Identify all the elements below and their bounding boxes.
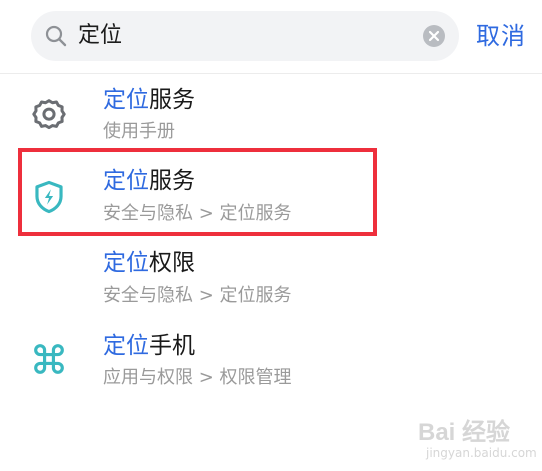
cancel-button[interactable]: 取消: [476, 16, 526, 56]
watermark-url: jingyan.baidu.com: [426, 446, 537, 460]
result-subtitle: 安全与隐私 > 定位服务: [103, 285, 292, 306]
red-highlight-box: [18, 148, 377, 236]
result-title: 定位权限: [103, 248, 195, 278]
result-item-locate-phone[interactable]: 定位手机 应用与权限 > 权限管理: [0, 323, 542, 403]
header-divider: [0, 73, 542, 74]
title-highlight: 定位: [103, 333, 149, 359]
title-highlight: 定位: [103, 250, 149, 276]
command-icon: [30, 340, 68, 378]
result-title: 定位服务: [103, 85, 195, 115]
baidu-jingyan-watermark: Bai 经验 jingyan.baidu.com: [408, 410, 538, 466]
title-rest: 权限: [149, 250, 195, 276]
search-bar[interactable]: 定位: [31, 11, 459, 61]
title-highlight: 定位: [103, 87, 149, 113]
result-subtitle: 使用手册: [103, 121, 175, 142]
gear-icon: [30, 95, 68, 133]
title-rest: 手机: [149, 333, 195, 359]
title-rest: 服务: [149, 87, 195, 113]
search-results-screen: 定位 取消 定位服务 使用手册 定位服务 安全与隐私 > 定位服务 定位权限 安…: [0, 0, 542, 471]
search-input[interactable]: 定位: [78, 11, 122, 61]
result-item-location-permission[interactable]: 定位权限 安全与隐私 > 定位服务: [0, 240, 542, 320]
result-title: 定位手机: [103, 331, 195, 361]
search-icon: [44, 24, 68, 48]
clear-search-button[interactable]: [423, 25, 445, 47]
close-icon: [428, 30, 440, 42]
watermark-logo-text: Bai 经验: [418, 419, 511, 446]
result-subtitle: 应用与权限 > 权限管理: [103, 367, 292, 388]
